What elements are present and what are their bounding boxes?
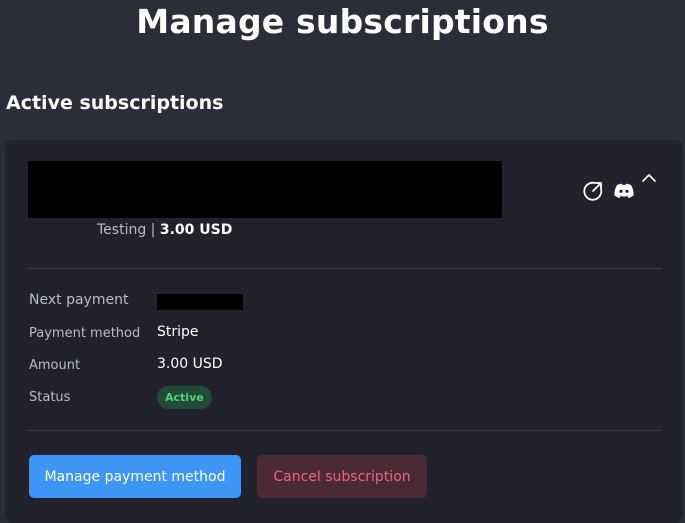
subscription-card: Testing | 3.00 USD Next payment Payment … <box>5 140 683 523</box>
next-payment-label: Next payment <box>29 292 129 308</box>
payment-method-value: Stripe <box>157 324 199 340</box>
amount-label: Amount <box>29 358 81 373</box>
page-title: Manage subscriptions <box>136 2 549 41</box>
meta-separator: | <box>150 222 156 238</box>
discord-icon[interactable] <box>613 180 635 202</box>
cancel-subscription-button[interactable]: Cancel subscription <box>257 455 427 498</box>
plan-price: 3.00 USD <box>159 222 233 238</box>
redacted-next-payment-date <box>157 294 243 310</box>
divider <box>28 430 661 431</box>
chevron-up-icon[interactable] <box>639 170 659 184</box>
divider <box>28 268 661 269</box>
payment-method-label: Payment method <box>29 326 141 341</box>
plan-name: Testing <box>97 222 147 238</box>
external-link-icon[interactable] <box>582 180 604 202</box>
section-title: Active subscriptions <box>6 92 224 114</box>
amount-value: 3.00 USD <box>157 356 223 372</box>
card-header-icons <box>582 180 635 202</box>
status-badge: Active <box>157 386 212 409</box>
status-label: Status <box>29 390 71 405</box>
redacted-subscription-name <box>28 161 502 218</box>
subscription-meta: Testing | 3.00 USD <box>97 222 232 238</box>
manage-payment-method-button[interactable]: Manage payment method <box>29 455 241 498</box>
